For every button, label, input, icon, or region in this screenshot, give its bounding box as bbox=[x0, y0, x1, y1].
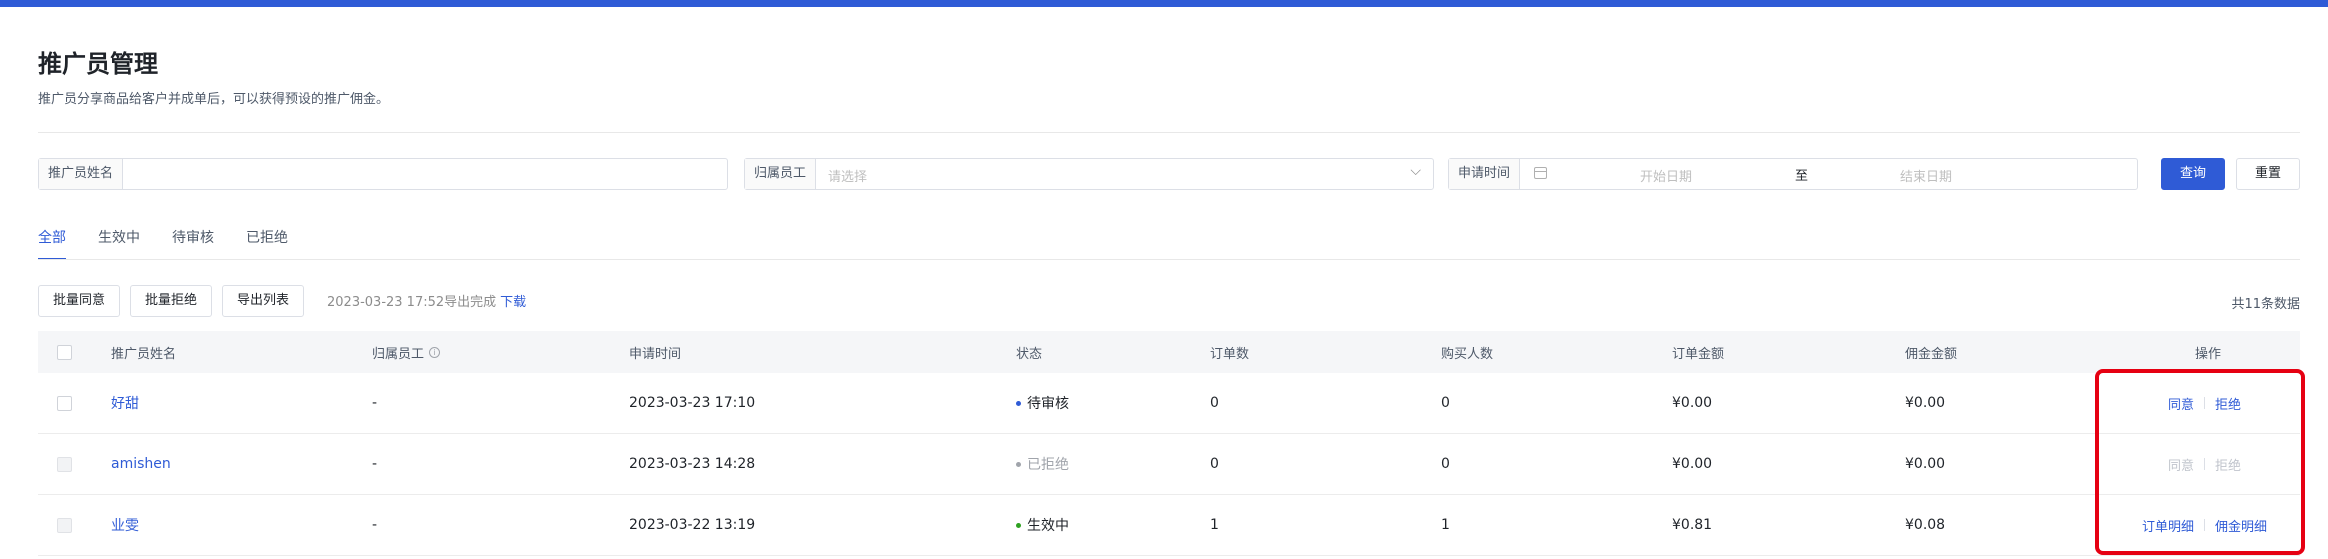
export-status-text: 2023-03-23 17:52导出完成 bbox=[327, 295, 497, 310]
status-cell: 生效中 bbox=[1016, 495, 1069, 555]
table-row: amishen - 2023-03-23 14:28 已拒绝 0 0 ¥0.00… bbox=[38, 434, 2300, 495]
commission-cell: ¥0.00 bbox=[1905, 395, 1946, 411]
order-amount-cell: ¥0.81 bbox=[1672, 517, 1713, 533]
column-header-orders: 订单数 bbox=[1210, 346, 1250, 362]
staff-cell: - bbox=[372, 395, 378, 411]
promoter-name-filter: 推广员姓名 bbox=[38, 158, 728, 190]
tab-active[interactable]: 生效中 bbox=[98, 228, 140, 260]
export-status: 2023-03-23 17:52导出完成 下载 bbox=[327, 291, 526, 310]
table-row: 业雯 - 2023-03-22 13:19 生效中 1 1 ¥0.81 ¥0.0… bbox=[38, 495, 2300, 556]
staff-select[interactable]: 请选择 ⌵ bbox=[816, 159, 1433, 189]
order-detail-button[interactable]: 订单明细 bbox=[2142, 516, 2194, 535]
promoter-name-link[interactable]: 业雯 bbox=[111, 515, 139, 535]
table-row: 好甜 - 2023-03-23 17:10 待审核 0 0 ¥0.00 ¥0.0… bbox=[38, 373, 2300, 434]
approve-button[interactable]: 同意 bbox=[2168, 394, 2194, 413]
promoter-table: 推广员姓名 归属员工 i 申请时间 状态 订单数 购买人数 订单金额 佣金金额 操… bbox=[38, 331, 2300, 556]
status-text: 待审核 bbox=[1027, 396, 1069, 412]
apply-date-filter-label: 申请时间 bbox=[1449, 159, 1521, 189]
row-checkbox[interactable] bbox=[57, 395, 72, 411]
download-link[interactable]: 下载 bbox=[500, 295, 526, 310]
column-header-actions: 操作 bbox=[2195, 346, 2222, 362]
status-tabs: 全部 生效中 待审核 已拒绝 bbox=[38, 228, 320, 260]
staff-filter: 归属员工 请选择 ⌵ bbox=[744, 158, 1434, 190]
header-divider bbox=[38, 132, 2300, 133]
promoter-name-link[interactable]: 好甜 bbox=[111, 393, 139, 413]
column-header-staff: 归属员工 i bbox=[372, 331, 441, 373]
staff-cell: - bbox=[372, 517, 378, 533]
calendar-icon bbox=[1534, 167, 1548, 179]
promoter-name-filter-label: 推广员姓名 bbox=[39, 159, 124, 189]
chevron-down-icon: ⌵ bbox=[1410, 163, 1421, 179]
tab-pending[interactable]: 待审核 bbox=[172, 228, 214, 260]
buyers-cell: 0 bbox=[1441, 456, 1450, 472]
end-date-input[interactable]: 结束日期 bbox=[1900, 166, 1952, 185]
orders-cell: 0 bbox=[1210, 395, 1219, 411]
orders-cell: 1 bbox=[1210, 517, 1219, 533]
row-checkbox bbox=[57, 456, 72, 472]
action-divider bbox=[2204, 458, 2206, 470]
approve-button-disabled: 同意 bbox=[2168, 458, 2195, 474]
status-dot bbox=[1016, 461, 1021, 467]
date-range-picker[interactable]: 开始日期 至 结束日期 bbox=[1520, 159, 2137, 189]
tab-rejected[interactable]: 已拒绝 bbox=[246, 228, 288, 260]
tabs-divider bbox=[38, 259, 2300, 260]
date-range-separator: 至 bbox=[1795, 169, 1809, 184]
status-text: 生效中 bbox=[1027, 518, 1069, 534]
row-actions: 订单明细 佣金明细 bbox=[2142, 495, 2267, 555]
reject-button-disabled: 拒绝 bbox=[2215, 458, 2242, 474]
action-divider bbox=[2204, 519, 2206, 531]
order-amount-cell: ¥0.00 bbox=[1672, 456, 1713, 472]
buyers-cell: 1 bbox=[1441, 517, 1450, 533]
reject-button[interactable]: 拒绝 bbox=[2215, 394, 2241, 413]
column-header-apply-time: 申请时间 bbox=[629, 346, 682, 362]
page-title: 推广员管理 bbox=[38, 50, 158, 78]
apply-time-cell: 2023-03-23 17:10 bbox=[629, 395, 756, 411]
reset-button[interactable]: 重置 bbox=[2236, 158, 2300, 190]
staff-select-placeholder: 请选择 bbox=[828, 170, 868, 185]
select-all-checkbox[interactable] bbox=[57, 344, 72, 360]
info-icon[interactable]: i bbox=[429, 346, 441, 358]
status-text: 已拒绝 bbox=[1027, 457, 1069, 473]
staff-filter-label: 归属员工 bbox=[745, 159, 817, 189]
buyers-cell: 0 bbox=[1441, 395, 1450, 411]
commission-detail-button[interactable]: 佣金明细 bbox=[2215, 516, 2267, 535]
orders-cell: 0 bbox=[1210, 456, 1219, 472]
commission-cell: ¥0.00 bbox=[1905, 456, 1946, 472]
column-header-staff-label: 归属员工 bbox=[372, 346, 425, 362]
commission-cell: ¥0.08 bbox=[1905, 517, 1946, 533]
column-header-commission: 佣金金额 bbox=[1905, 346, 1958, 362]
batch-reject-button[interactable]: 批量拒绝 bbox=[130, 285, 212, 317]
promoter-name-input[interactable] bbox=[123, 159, 727, 189]
column-header-status: 状态 bbox=[1016, 346, 1043, 362]
search-button[interactable]: 查询 bbox=[2161, 158, 2225, 190]
apply-time-cell: 2023-03-22 13:19 bbox=[629, 517, 756, 533]
status-cell: 待审核 bbox=[1016, 373, 1069, 433]
row-actions: 同意 拒绝 bbox=[2168, 434, 2241, 494]
batch-approve-button[interactable]: 批量同意 bbox=[38, 285, 120, 317]
tab-all[interactable]: 全部 bbox=[38, 228, 66, 260]
staff-cell: - bbox=[372, 456, 378, 472]
page-description: 推广员分享商品给客户并成单后，可以获得预设的推广佣金。 bbox=[38, 92, 390, 107]
order-amount-cell: ¥0.00 bbox=[1672, 395, 1713, 411]
action-divider bbox=[2204, 397, 2206, 409]
status-dot bbox=[1016, 400, 1021, 406]
column-header-order-amount: 订单金额 bbox=[1672, 346, 1725, 362]
promoter-name-link[interactable]: amishen bbox=[111, 456, 171, 472]
row-actions: 同意 拒绝 bbox=[2168, 373, 2241, 433]
column-header-name: 推广员姓名 bbox=[111, 346, 177, 362]
status-cell: 已拒绝 bbox=[1016, 434, 1069, 494]
start-date-input[interactable]: 开始日期 bbox=[1640, 166, 1692, 185]
apply-date-filter: 申请时间 开始日期 至 结束日期 bbox=[1448, 158, 2138, 190]
export-list-button[interactable]: 导出列表 bbox=[222, 285, 304, 317]
apply-time-cell: 2023-03-23 14:28 bbox=[629, 456, 756, 472]
table-header: 推广员姓名 归属员工 i 申请时间 状态 订单数 购买人数 订单金额 佣金金额 操… bbox=[38, 331, 2300, 373]
row-checkbox bbox=[57, 517, 72, 533]
status-dot bbox=[1016, 522, 1021, 528]
total-count: 共11条数据 bbox=[2231, 297, 2300, 312]
top-accent-bar bbox=[0, 0, 2328, 7]
column-header-buyers: 购买人数 bbox=[1441, 346, 1494, 362]
